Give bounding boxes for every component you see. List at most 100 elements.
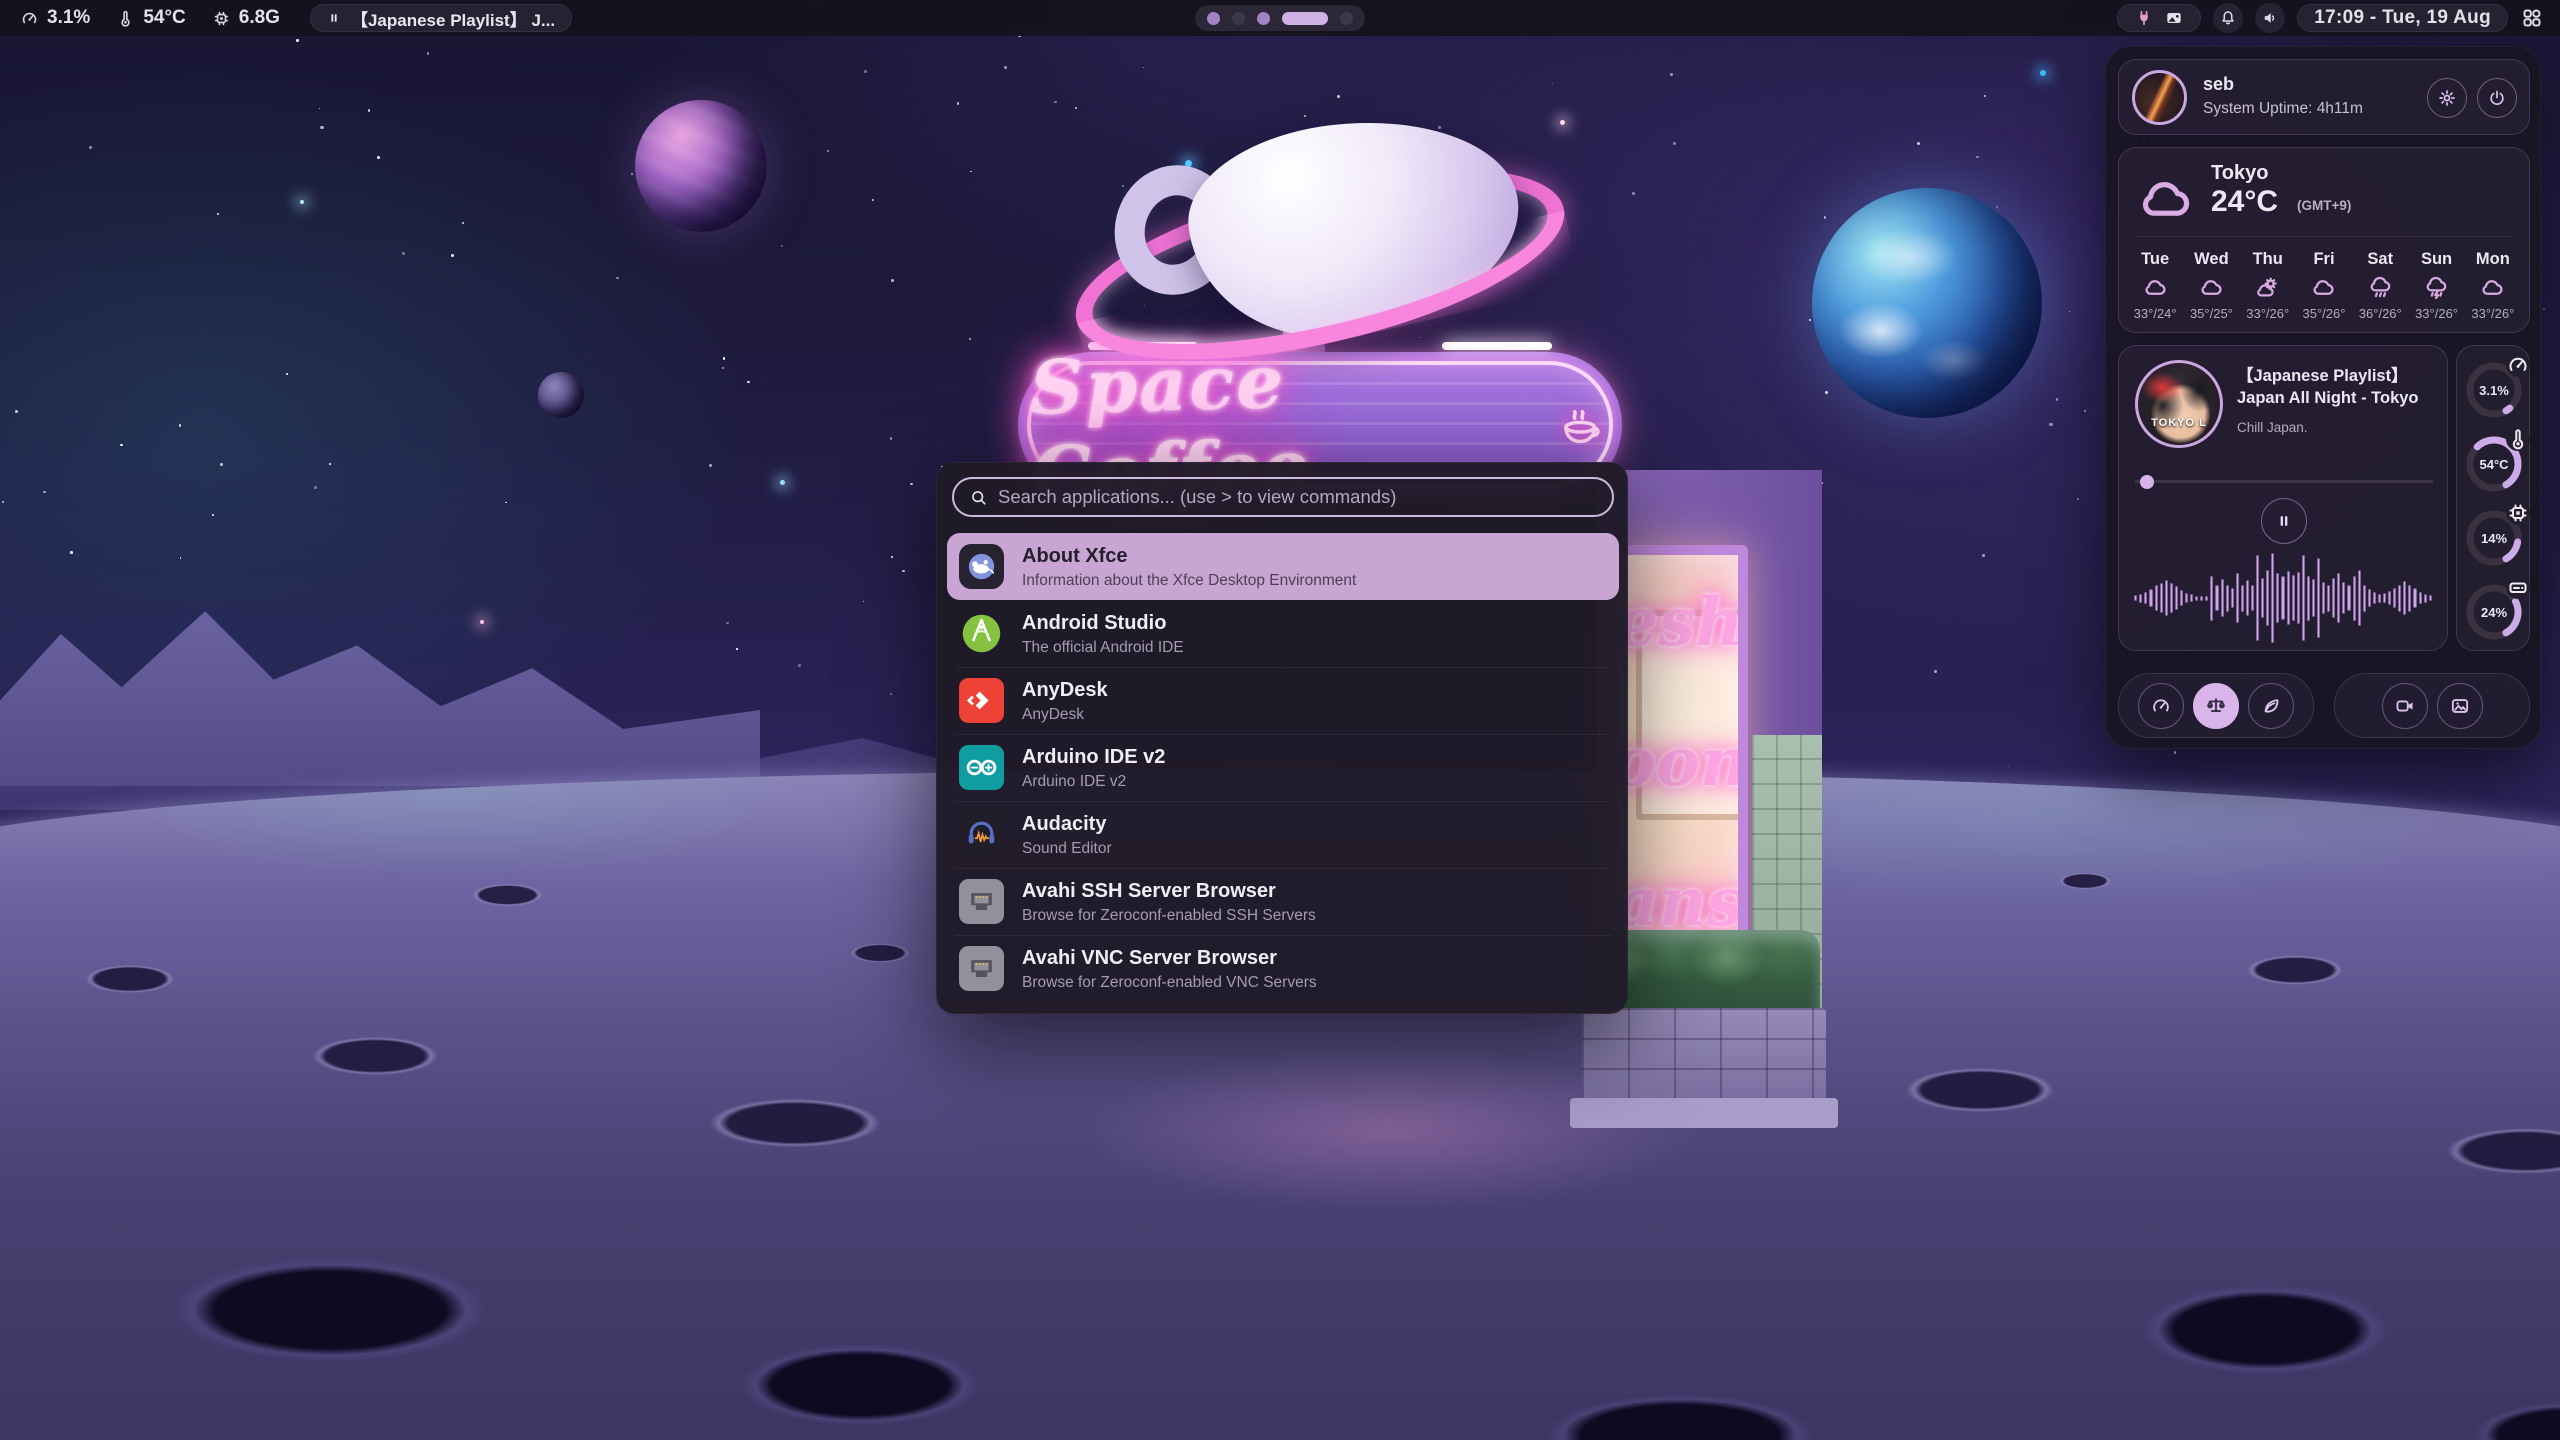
androidstudio-app-icon	[959, 611, 1004, 656]
workspace-dot-3[interactable]	[1257, 12, 1270, 25]
star	[891, 556, 892, 557]
visualizer-bar	[2246, 580, 2249, 616]
visualizer-bar	[2170, 583, 2173, 614]
star	[2056, 398, 2059, 401]
visualizer-bar	[2429, 595, 2432, 600]
raincloud-icon	[2367, 274, 2394, 301]
app-list-item[interactable]: Arduino IDE v2Arduino IDE v2	[947, 734, 1619, 801]
visualizer-bar	[2419, 592, 2422, 605]
album-art[interactable]: TOKYO L	[2135, 360, 2223, 448]
search-bar[interactable]	[952, 477, 1614, 517]
visualizer-bar	[2200, 596, 2203, 601]
workspace-dot-1[interactable]	[1207, 12, 1220, 25]
star	[1670, 73, 1673, 76]
seek-knob[interactable]	[2140, 475, 2154, 489]
crater	[2230, 950, 2360, 990]
network-icon[interactable]	[2134, 8, 2154, 28]
visualizer-bar	[2261, 578, 2264, 619]
app-list-item[interactable]: Avahi VNC Server BrowserBrowse for Zeroc…	[947, 935, 1619, 1002]
visualizer-bar	[2388, 591, 2391, 605]
visualizer-bar	[2327, 585, 2330, 612]
workspace-dot-5[interactable]	[1340, 12, 1353, 25]
app-list-item[interactable]: About Xfce Information about the Xfce Des…	[947, 533, 1619, 600]
balanced-button[interactable]	[2193, 683, 2239, 729]
settings-button[interactable]	[2427, 78, 2467, 118]
window-neon-text: oon	[1608, 723, 1748, 801]
app-name: About Xfce	[1022, 544, 1356, 569]
star	[180, 557, 181, 558]
star	[217, 213, 219, 215]
mountains-front	[0, 596, 760, 786]
volume-button[interactable]	[2255, 3, 2285, 33]
workspace-dot-4[interactable]	[1282, 12, 1328, 25]
xfce-app-icon	[959, 544, 1004, 589]
app-list-item[interactable]: AudacitySound Editor	[947, 801, 1619, 868]
star	[723, 357, 725, 359]
star	[1824, 216, 1826, 218]
top-panel: 3.1%54°C6.8G 【Japanese Playlist】 J... 17…	[0, 0, 2560, 36]
screen-record-button[interactable]	[2382, 683, 2428, 729]
visualizer-bar	[2297, 572, 2300, 624]
gauge-icon	[2150, 695, 2172, 717]
star	[286, 373, 288, 375]
speaker-icon	[2261, 9, 2279, 27]
star	[2084, 410, 2086, 412]
visualizer-bar	[2363, 585, 2366, 612]
star	[320, 126, 323, 129]
star	[1143, 67, 1144, 68]
power-icon	[2487, 88, 2507, 108]
app-list-item[interactable]: Avahi SSH Server BrowserBrowse for Zeroc…	[947, 868, 1619, 935]
audacity-app-icon	[959, 812, 1004, 857]
app-description: Information about the Xfce Desktop Envir…	[1022, 572, 1356, 590]
search-input[interactable]	[998, 486, 1612, 508]
app-grid-icon[interactable]	[2520, 6, 2544, 30]
play-pause-button[interactable]	[2261, 498, 2307, 544]
visualizer-bar	[2322, 582, 2325, 614]
powersave-button[interactable]	[2248, 683, 2294, 729]
user-card: seb System Uptime: 4h11m	[2118, 59, 2530, 135]
picture-icon	[2449, 695, 2471, 717]
seek-bar[interactable]	[2135, 480, 2433, 483]
app-description: The official Android IDE	[1022, 639, 1184, 657]
power-button[interactable]	[2477, 78, 2517, 118]
now-playing-pill[interactable]: 【Japanese Playlist】 J...	[310, 4, 572, 32]
gauge-memory: 14%	[2462, 506, 2526, 570]
star	[2543, 308, 2545, 310]
workspace-dot-2[interactable]	[1232, 12, 1245, 25]
app-list-item[interactable]: AnyDeskAnyDesk	[947, 667, 1619, 734]
app-name: Arduino IDE v2	[1022, 745, 1165, 770]
topbar-stat-temperature: 54°C	[116, 7, 185, 29]
media-player-card: TOKYO L 【Japanese Playlist】 Japan All Ni…	[2118, 345, 2448, 651]
wallpaper-icon[interactable]	[2164, 8, 2184, 28]
screenshot-button[interactable]	[2437, 683, 2483, 729]
clock[interactable]: 17:09 - Tue, 19 Aug	[2297, 4, 2508, 32]
app-list-item[interactable]: Android StudioThe official Android IDE	[947, 600, 1619, 667]
star	[781, 245, 783, 247]
star	[368, 109, 370, 111]
visualizer-bar	[2424, 594, 2427, 603]
star	[329, 463, 331, 465]
chip-icon	[212, 9, 231, 28]
star	[872, 199, 874, 201]
performance-button[interactable]	[2138, 683, 2184, 729]
star	[2077, 498, 2079, 500]
visualizer-bar	[2281, 576, 2284, 619]
visualizer-bar	[2185, 593, 2188, 604]
workspace-indicator[interactable]	[1195, 5, 1365, 31]
star	[2049, 423, 2052, 426]
pause-icon	[327, 11, 341, 25]
star	[798, 664, 801, 667]
notifications-button[interactable]	[2213, 3, 2243, 33]
visualizer-bar	[2175, 586, 2178, 609]
star	[891, 279, 894, 282]
star	[212, 514, 213, 515]
forecast-day-mon: Mon33°/26°	[2465, 246, 2521, 324]
thermometer-icon	[2511, 432, 2525, 446]
visualizer-bar	[2383, 593, 2386, 604]
star	[631, 173, 634, 176]
coffee-cup-icon	[1556, 396, 1609, 454]
shop-window: esh oon ans	[1608, 545, 1748, 995]
star	[957, 102, 960, 105]
system-tray[interactable]	[2117, 4, 2201, 32]
avatar[interactable]	[2132, 70, 2187, 125]
